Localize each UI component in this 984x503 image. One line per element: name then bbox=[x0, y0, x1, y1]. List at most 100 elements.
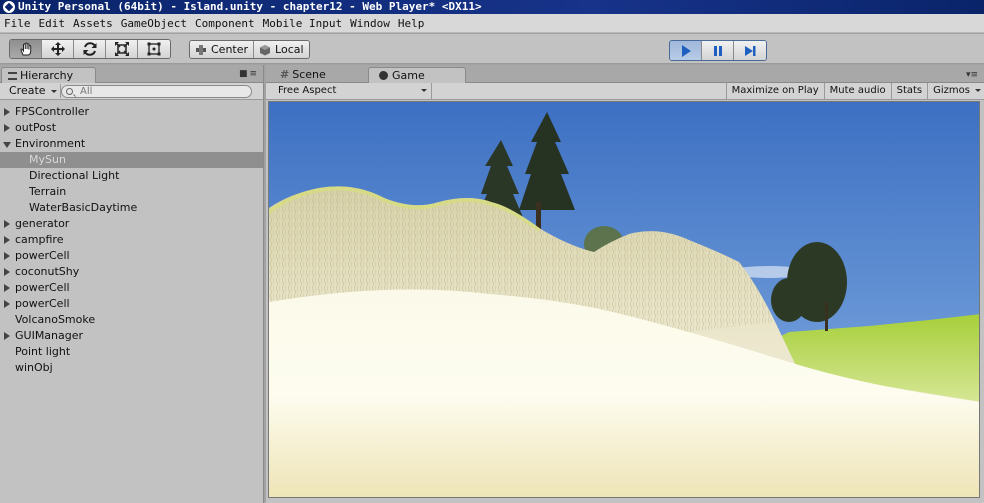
pivot-center-label: Center bbox=[211, 43, 249, 56]
maximize-on-play-toggle[interactable]: Maximize on Play bbox=[725, 83, 824, 99]
hierarchy-item[interactable]: powerCell bbox=[0, 296, 263, 312]
pivot-center-button[interactable]: Center bbox=[190, 41, 255, 58]
hierarchy-item[interactable]: winObj bbox=[0, 360, 263, 376]
tab-scene-label: Scene bbox=[292, 68, 326, 81]
foldout-closed-icon[interactable] bbox=[4, 284, 10, 292]
aspect-dropdown[interactable]: Free Aspect bbox=[272, 83, 432, 99]
foldout-closed-icon[interactable] bbox=[4, 300, 10, 308]
foldout-closed-icon[interactable] bbox=[4, 108, 10, 116]
move-tool-button[interactable] bbox=[42, 40, 74, 58]
hierarchy-item[interactable]: powerCell bbox=[0, 248, 263, 264]
foldout-closed-icon[interactable] bbox=[4, 268, 10, 276]
game-panel: # Scene Game ▾≡ Free Aspect Maximize on P… bbox=[266, 65, 984, 503]
hierarchy-item[interactable]: Point light bbox=[0, 344, 263, 360]
pivot-icon bbox=[196, 44, 206, 55]
hierarchy-item[interactable]: FPSController bbox=[0, 104, 263, 120]
oak-tree bbox=[825, 302, 828, 330]
scale-tool-button[interactable] bbox=[106, 40, 138, 58]
foldout-open-icon[interactable] bbox=[3, 142, 11, 148]
window-title-bar: Unity Personal (64bit) - Island.unity - … bbox=[0, 0, 984, 14]
view-tab-bar: # Scene Game ▾≡ bbox=[266, 65, 984, 84]
foldout-closed-icon[interactable] bbox=[4, 124, 10, 132]
menu-assets[interactable]: Assets bbox=[69, 14, 117, 33]
playmode-controls bbox=[669, 40, 767, 61]
hierarchy-item-label: VolcanoSmoke bbox=[15, 313, 96, 326]
rect-icon bbox=[147, 42, 161, 56]
hierarchy-item[interactable]: powerCell bbox=[0, 280, 263, 296]
game-toolbar: Free Aspect Maximize on Play Mute audio … bbox=[266, 83, 984, 100]
play-button[interactable] bbox=[670, 41, 702, 60]
hierarchy-item-label: powerCell bbox=[15, 249, 70, 262]
cube-icon bbox=[260, 44, 271, 55]
mute-audio-toggle[interactable]: Mute audio bbox=[823, 83, 891, 99]
foldout-closed-icon[interactable] bbox=[4, 332, 10, 340]
menu-mobile-input[interactable]: Mobile Input bbox=[259, 14, 346, 33]
step-button[interactable] bbox=[734, 41, 766, 60]
hierarchy-item-label: GUIManager bbox=[15, 329, 84, 342]
game-render bbox=[269, 102, 979, 497]
hierarchy-item-label: Directional Light bbox=[29, 169, 120, 182]
create-dropdown[interactable]: Create bbox=[3, 84, 61, 98]
hierarchy-item[interactable]: VolcanoSmoke bbox=[0, 312, 263, 328]
scale-icon bbox=[114, 42, 129, 56]
move-icon bbox=[50, 42, 65, 56]
gizmos-dropdown[interactable]: Gizmos bbox=[927, 83, 984, 99]
hierarchy-item-label: generator bbox=[15, 217, 70, 230]
hierarchy-tab-bar: Hierarchy ■≡ bbox=[0, 65, 263, 84]
rotate-tool-button[interactable] bbox=[74, 40, 106, 58]
hierarchy-item[interactable]: generator bbox=[0, 216, 263, 232]
hierarchy-item-label: outPost bbox=[15, 121, 57, 134]
panel-menu-icon[interactable]: ▾≡ bbox=[966, 70, 978, 80]
hierarchy-panel: Hierarchy ■≡ Create All FPSController out… bbox=[0, 65, 264, 503]
hierarchy-item[interactable]: GUIManager bbox=[0, 328, 263, 344]
main-toolbar: Center Local bbox=[0, 34, 984, 64]
hand-icon bbox=[19, 42, 31, 56]
unity-logo-icon bbox=[3, 1, 15, 13]
hierarchy-search-input[interactable]: All bbox=[61, 85, 252, 98]
menu-help[interactable]: Help bbox=[394, 14, 429, 33]
game-options: Maximize on Play Mute audio Stats Gizmos bbox=[725, 83, 984, 99]
menu-window[interactable]: Window bbox=[346, 14, 394, 33]
hierarchy-item[interactable]: MySun bbox=[0, 152, 263, 168]
hierarchy-item[interactable]: WaterBasicDaytime bbox=[0, 200, 263, 216]
hierarchy-item[interactable]: Terrain bbox=[0, 184, 263, 200]
tab-hierarchy[interactable]: Hierarchy bbox=[1, 67, 97, 84]
pause-button[interactable] bbox=[702, 41, 734, 60]
hierarchy-item[interactable]: outPost bbox=[0, 120, 263, 136]
hierarchy-item-label: WaterBasicDaytime bbox=[29, 201, 138, 214]
panel-menu-icon[interactable]: ■≡ bbox=[239, 69, 259, 79]
hand-tool-button[interactable] bbox=[10, 40, 42, 58]
hierarchy-item-label: Terrain bbox=[29, 185, 67, 198]
hierarchy-toolbar: Create All bbox=[0, 83, 263, 100]
hierarchy-item[interactable]: campfire bbox=[0, 232, 263, 248]
hierarchy-item[interactable]: Directional Light bbox=[0, 168, 263, 184]
rect-tool-button[interactable] bbox=[138, 40, 170, 58]
hierarchy-item[interactable]: coconutShy bbox=[0, 264, 263, 280]
hierarchy-item[interactable]: Environment bbox=[0, 136, 263, 152]
rotate-icon bbox=[83, 42, 96, 56]
pause-icon bbox=[713, 45, 722, 56]
game-view-icon bbox=[379, 71, 388, 80]
window-title: Unity Personal (64bit) - Island.unity - … bbox=[18, 0, 482, 13]
menu-file[interactable]: File bbox=[0, 14, 35, 33]
tab-hierarchy-label: Hierarchy bbox=[20, 69, 74, 82]
foldout-closed-icon[interactable] bbox=[4, 220, 10, 228]
menu-component[interactable]: Component bbox=[191, 14, 259, 33]
foldout-closed-icon[interactable] bbox=[4, 252, 10, 260]
menu-bar: File Edit Assets GameObject Component Mobile … bbox=[0, 14, 984, 33]
hierarchy-item-label: powerCell bbox=[15, 281, 70, 294]
scene-grid-icon: # bbox=[280, 68, 290, 81]
list-icon bbox=[8, 72, 17, 80]
pivot-local-button[interactable]: Local bbox=[254, 41, 309, 58]
hierarchy-tree: FPSController outPost Environment MySun Dire… bbox=[0, 100, 263, 376]
tab-scene[interactable]: # Scene bbox=[272, 67, 368, 84]
menu-gameobject[interactable]: GameObject bbox=[117, 14, 191, 33]
tab-game[interactable]: Game bbox=[368, 67, 466, 84]
game-viewport[interactable] bbox=[268, 101, 980, 498]
search-placeholder: All bbox=[80, 86, 93, 97]
stats-toggle[interactable]: Stats bbox=[890, 83, 928, 99]
step-icon bbox=[745, 45, 756, 56]
menu-edit[interactable]: Edit bbox=[35, 14, 70, 33]
foldout-closed-icon[interactable] bbox=[4, 236, 10, 244]
tab-game-label: Game bbox=[392, 69, 425, 82]
